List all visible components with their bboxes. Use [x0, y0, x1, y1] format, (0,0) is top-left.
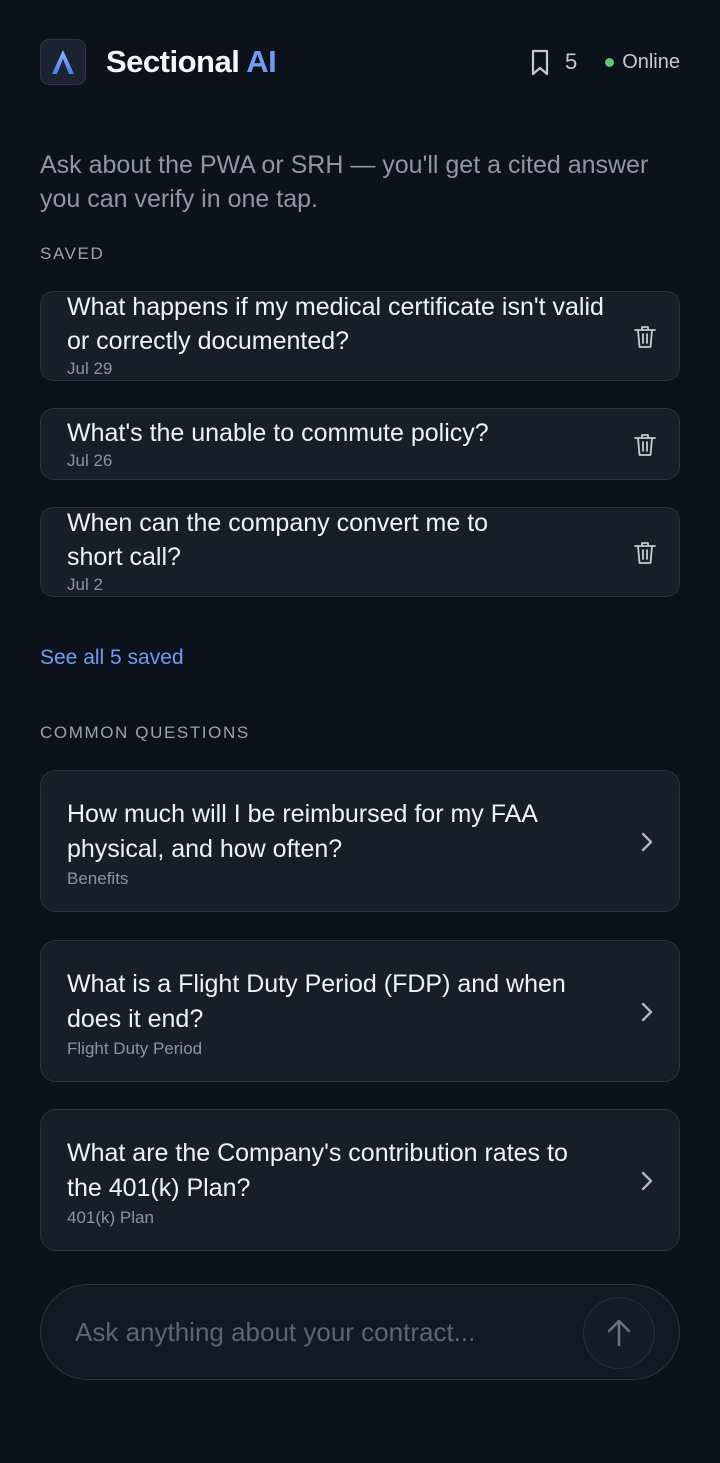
saved-section-label: SAVED — [40, 244, 105, 263]
saved-item-question: When can the company convert me to short… — [67, 509, 489, 571]
see-all-saved-link[interactable]: See all 5 saved — [40, 646, 184, 670]
common-question-text: What is a Flight Duty Period (FDP) and w… — [67, 970, 566, 1033]
ask-input[interactable] — [73, 1315, 557, 1349]
saved-item-question: What happens if my medical certificate i… — [67, 293, 604, 355]
saved-item-date: Jul 2 — [67, 575, 103, 594]
common-question-card[interactable]: What are the Company's contribution rate… — [40, 1109, 680, 1251]
chevron-right-icon — [641, 1002, 653, 1022]
brand-accent: AI — [246, 44, 277, 79]
common-question-category: Flight Duty Period — [67, 1039, 203, 1058]
saved-item[interactable]: What happens if my medical certificate i… — [40, 291, 680, 381]
saved-item-date: Jul 26 — [67, 451, 113, 470]
saved-item-date: Jul 29 — [67, 359, 113, 378]
common-question-category: 401(k) Plan — [67, 1208, 154, 1227]
status-indicator: Online — [605, 51, 680, 74]
saved-count-button[interactable]: 5 — [530, 49, 577, 76]
saved-item-question: What's the unable to commute policy? — [67, 419, 489, 447]
app-header: Sectional AI 5 Online — [40, 38, 680, 86]
common-question-card[interactable]: How much will I be reimbursed for my FAA… — [40, 770, 680, 912]
chevron-right-icon — [641, 832, 653, 852]
trash-icon[interactable] — [634, 541, 656, 565]
common-question-card[interactable]: What is a Flight Duty Period (FDP) and w… — [40, 940, 680, 1082]
ask-composer — [40, 1284, 680, 1380]
saved-item[interactable]: What's the unable to commute policy? Jul… — [40, 408, 680, 480]
saved-count: 5 — [564, 49, 578, 74]
common-question-category: Benefits — [67, 869, 129, 888]
common-question-text: How much will I be reimbursed for my FAA… — [67, 800, 537, 863]
trash-icon[interactable] — [634, 325, 656, 349]
app-title: Sectional AI — [106, 44, 277, 80]
chevron-right-icon — [641, 1171, 653, 1191]
brand-name: Sectional — [106, 44, 240, 79]
send-button[interactable] — [583, 1297, 655, 1369]
bookmark-icon — [531, 49, 549, 75]
status-text: Online — [622, 50, 680, 73]
common-question-text: What are the Company's contribution rate… — [67, 1139, 568, 1202]
app-logo-icon — [40, 39, 86, 85]
intro-text: Ask about the PWA or SRH — you'll get a … — [40, 151, 649, 213]
saved-item[interactable]: When can the company convert me to short… — [40, 507, 680, 597]
arrow-up-icon — [607, 1319, 631, 1347]
online-dot-icon — [605, 57, 615, 67]
trash-icon[interactable] — [634, 433, 656, 457]
common-questions-label: COMMON QUESTIONS — [40, 723, 250, 742]
